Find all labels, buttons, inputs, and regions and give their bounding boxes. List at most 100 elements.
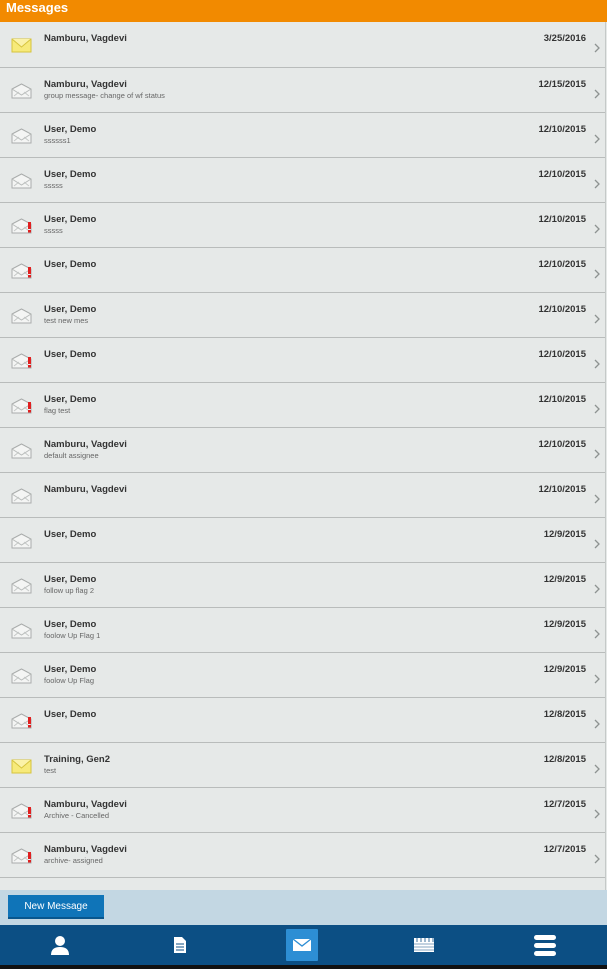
message-row[interactable]: User, Demo sssss 12/10/2015 [0, 203, 605, 248]
message-date: 12/9/2015 [543, 664, 586, 675]
message-date: 12/10/2015 [538, 439, 586, 450]
tab-calendar[interactable] [399, 925, 449, 965]
mail-icon [292, 938, 312, 952]
message-subject: follow up flag 2 [44, 586, 95, 595]
message-date: 12/10/2015 [538, 214, 586, 225]
message-date: 12/9/2015 [543, 619, 586, 630]
message-sender: User, Demo [44, 619, 97, 630]
message-row[interactable]: User, Demo follow up flag 2 12/9/2015 [0, 563, 605, 608]
message-subject: test new mes [44, 316, 89, 325]
chevron-right-icon [594, 491, 600, 504]
document-icon [173, 936, 187, 954]
message-sender: User, Demo [44, 394, 97, 405]
chevron-right-icon [594, 356, 600, 369]
tab-menu[interactable] [520, 925, 570, 965]
read-envelope-icon [11, 623, 33, 639]
message-date: 12/10/2015 [538, 124, 586, 135]
chevron-right-icon [594, 446, 600, 459]
message-subject: Archive - Cancelled [44, 811, 110, 820]
message-sender: User, Demo [44, 574, 97, 585]
read-envelope-icon [11, 578, 33, 594]
message-date: 12/8/2015 [543, 754, 586, 765]
message-sender: User, Demo [44, 529, 97, 540]
new-message-button[interactable]: New Message [8, 895, 104, 919]
message-sender: User, Demo [44, 169, 97, 180]
message-subject: test [44, 766, 57, 775]
read-envelope-icon [11, 308, 33, 324]
message-date: 12/8/2015 [543, 709, 586, 720]
chevron-right-icon [594, 176, 600, 189]
chevron-right-icon [594, 581, 600, 594]
message-row[interactable]: User, Demo 12/10/2015 [0, 248, 605, 293]
message-subject: ssssss1 [44, 136, 71, 145]
message-subject: archive- assigned [44, 856, 103, 865]
read-envelope-icon [11, 173, 33, 189]
message-row[interactable]: User, Demo ssssss1 12/10/2015 [0, 113, 605, 158]
flagged-envelope-icon [11, 803, 33, 819]
read-envelope-icon [11, 533, 33, 549]
message-row[interactable]: User, Demo 12/10/2015 [0, 338, 605, 383]
action-bar: New Message [0, 890, 607, 925]
message-list: Namburu, Vagdevi 3/25/2016 Namburu, Vagdev… [0, 22, 606, 890]
chevron-right-icon [594, 311, 600, 324]
message-sender: User, Demo [44, 349, 97, 360]
message-date: 12/9/2015 [543, 529, 586, 540]
message-subject: foolow Up Flag 1 [44, 631, 101, 640]
message-date: 3/25/2016 [543, 33, 586, 44]
chevron-right-icon [594, 851, 600, 864]
message-row[interactable]: Namburu, Vagdevi group message- change of… [0, 68, 605, 113]
message-subject: group message- change of wf status [44, 91, 165, 100]
message-row[interactable]: User, Demo test new mes 12/10/2015 [0, 293, 605, 338]
read-envelope-icon [11, 83, 33, 99]
message-row[interactable]: Training, Gen2 test 12/8/2015 [0, 743, 605, 788]
message-sender: User, Demo [44, 214, 97, 225]
message-sender: Namburu, Vagdevi [44, 484, 127, 495]
message-row[interactable]: Namburu, Vagdevi 3/25/2016 [0, 22, 605, 68]
tab-mail[interactable] [277, 925, 327, 965]
message-sender: User, Demo [44, 664, 97, 675]
message-date: 12/10/2015 [538, 484, 586, 495]
message-row[interactable]: User, Demo flag test 12/10/2015 [0, 383, 605, 428]
message-sender: User, Demo [44, 709, 97, 720]
tab-person[interactable] [35, 925, 85, 965]
chevron-right-icon [594, 401, 600, 414]
chevron-right-icon [594, 221, 600, 234]
message-row[interactable]: Namburu, Vagdevi 12/10/2015 [0, 473, 605, 518]
unread-envelope-icon [11, 758, 33, 774]
message-date: 12/7/2015 [543, 844, 586, 855]
message-date: 12/9/2015 [543, 574, 586, 585]
chevron-right-icon [594, 266, 600, 279]
message-sender: User, Demo [44, 124, 97, 135]
message-row[interactable]: User, Demo sssss 12/10/2015 [0, 158, 605, 203]
chevron-right-icon [594, 671, 600, 684]
message-sender: Namburu, Vagdevi [44, 439, 127, 450]
read-envelope-icon [11, 443, 33, 459]
message-date: 12/10/2015 [538, 394, 586, 405]
bottom-tab-bar [0, 925, 607, 965]
message-date: 12/10/2015 [538, 169, 586, 180]
message-row[interactable]: Namburu, Vagdevi archive- assigned 12/7/20… [0, 833, 605, 878]
chevron-right-icon [594, 626, 600, 639]
flagged-envelope-icon [11, 263, 33, 279]
flagged-envelope-icon [11, 713, 33, 729]
chevron-right-icon [594, 716, 600, 729]
message-row[interactable]: User, Demo foolow Up Flag 12/9/2015 [0, 653, 605, 698]
message-row[interactable]: User, Demo 12/9/2015 [0, 518, 605, 563]
read-envelope-icon [11, 488, 33, 504]
chevron-right-icon [594, 131, 600, 144]
message-sender: Namburu, Vagdevi [44, 844, 127, 855]
message-date: 12/15/2015 [538, 79, 586, 90]
chevron-right-icon [594, 86, 600, 99]
bottom-edge [0, 965, 607, 969]
message-row[interactable]: User, Demo 12/8/2015 [0, 698, 605, 743]
message-row[interactable]: Namburu, Vagdevi Archive - Cancelled 12/7/… [0, 788, 605, 833]
read-envelope-icon [11, 668, 33, 684]
message-sender: Training, Gen2 [44, 754, 110, 765]
message-row[interactable]: User, Demo foolow Up Flag 1 12/9/2015 [0, 608, 605, 653]
flagged-envelope-icon [11, 353, 33, 369]
message-row[interactable]: Namburu, Vagdevi default assignee 12/10/20… [0, 428, 605, 473]
tab-document[interactable] [155, 925, 205, 965]
unread-envelope-icon [11, 37, 33, 53]
message-subject: foolow Up Flag [44, 676, 95, 685]
flagged-envelope-icon [11, 398, 33, 414]
